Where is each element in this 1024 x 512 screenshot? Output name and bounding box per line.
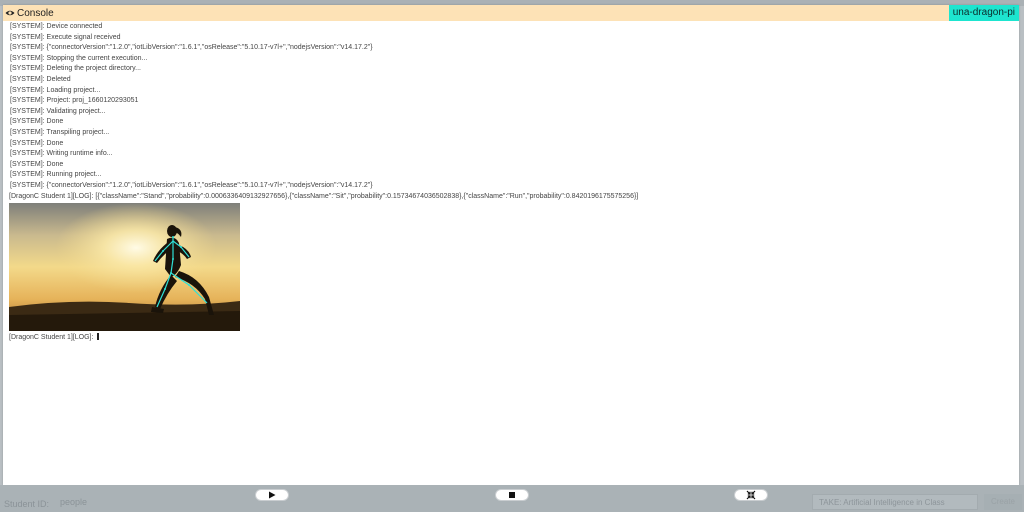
log-lines: [SYSTEM]: Device connected [SYSTEM]: Exec… (9, 22, 1009, 192)
collapse-button[interactable] (734, 489, 768, 501)
device-badge: una-dragon-pi (948, 5, 1019, 21)
console-log: [SYSTEM]: Device connected [SYSTEM]: Exec… (9, 22, 1009, 344)
log-last-line: [DragonC Student 1][LOG]: (9, 333, 1009, 344)
log-line: [SYSTEM]: {"connectorVersion":"1.2.0","i… (10, 181, 373, 189)
log-line: [SYSTEM]: {"connectorVersion":"1.2.0","i… (10, 44, 373, 52)
log-line: [SYSTEM]: Project: proj_1660120293051 (10, 97, 139, 105)
play-icon (269, 491, 276, 499)
log-line: [SYSTEM]: Writing runtime info... (10, 150, 113, 158)
log-line: [SYSTEM]: Validating project... (10, 107, 106, 115)
log-result-line: [DragonC Student 1][LOG]: [{"className":… (9, 192, 639, 200)
log-line: [SYSTEM]: Stopping the current execution… (10, 54, 148, 62)
play-button[interactable] (255, 489, 289, 501)
log-line: [SYSTEM]: Loading project... (10, 86, 101, 94)
stop-button[interactable] (495, 489, 529, 501)
log-line: [SYSTEM]: Done (10, 118, 64, 126)
collapse-icon (746, 490, 756, 500)
console-window: Console una-dragon-pi [SYSTEM]: Device c… (3, 5, 1019, 485)
log-line: [SYSTEM]: Deleted (10, 75, 71, 83)
background-course-select: TAKE: Artificial Intelligence in Class (812, 494, 978, 510)
log-line: [SYSTEM]: Done (10, 160, 64, 168)
background-student-label: Student ID: (4, 499, 50, 509)
log-line: [SYSTEM]: Device connected (10, 23, 103, 30)
log-last-text: [DragonC Student 1][LOG]: (9, 334, 96, 342)
log-line: [SYSTEM]: Done (10, 139, 64, 147)
eye-icon[interactable] (5, 8, 15, 18)
console-title: Console (17, 7, 54, 19)
log-line: [SYSTEM]: Deleting the project directory… (10, 65, 141, 73)
log-line: [SYSTEM]: Running project... (10, 171, 102, 179)
log-line: [SYSTEM]: Transpiling project... (10, 128, 110, 136)
log-line: [SYSTEM]: Execute signal received (10, 33, 121, 41)
stop-icon (509, 492, 515, 498)
console-title-bar: Console una-dragon-pi (3, 5, 1019, 21)
runner-pose-image (9, 203, 240, 332)
background-create-button: Create (984, 494, 1022, 510)
text-cursor (97, 333, 100, 341)
